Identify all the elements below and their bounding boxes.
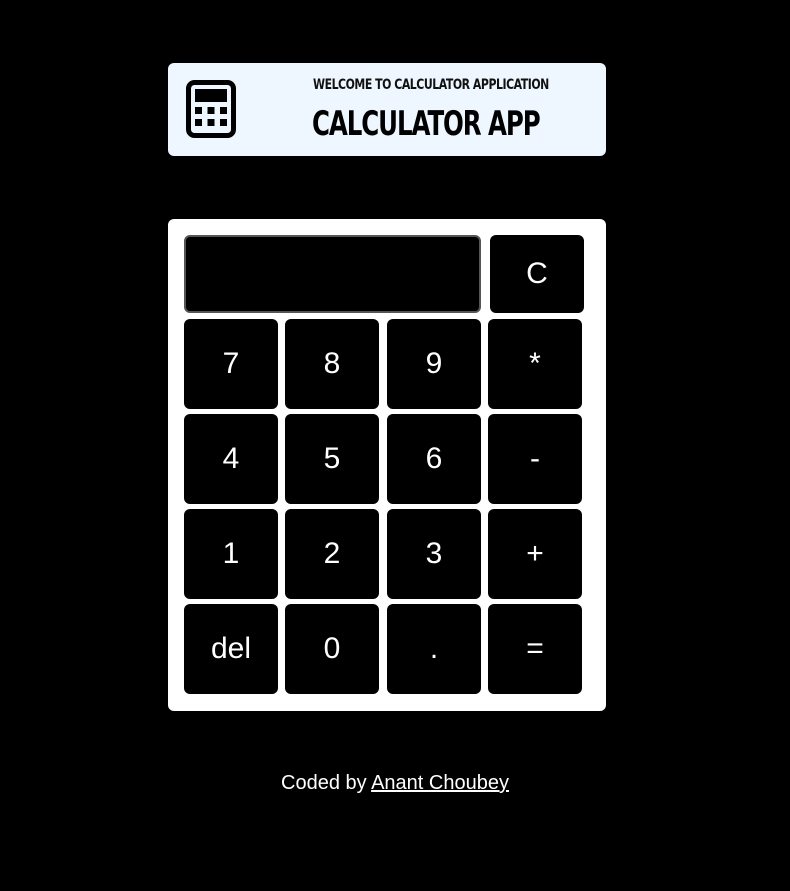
- calculator-display[interactable]: [184, 235, 481, 313]
- clear-button[interactable]: C: [490, 235, 584, 313]
- digit-4-button[interactable]: 4: [184, 414, 278, 504]
- footer-prefix: Coded by: [281, 772, 367, 794]
- decimal-button[interactable]: .: [387, 604, 481, 694]
- app-title: Calculator App: [312, 104, 541, 144]
- page: Welcome to Calculator Application Calcul…: [0, 0, 790, 891]
- digit-1-button[interactable]: 1: [184, 509, 278, 599]
- author-link[interactable]: Anant Choubey: [371, 772, 509, 794]
- subtract-button[interactable]: -: [488, 414, 582, 504]
- delete-button[interactable]: del: [184, 604, 278, 694]
- digit-5-button[interactable]: 5: [285, 414, 379, 504]
- digit-8-button[interactable]: 8: [285, 319, 379, 409]
- digit-9-button[interactable]: 9: [387, 319, 481, 409]
- footer: Coded by Anant Choubey: [0, 772, 790, 795]
- multiply-button[interactable]: *: [488, 319, 582, 409]
- app-subtitle: Welcome to Calculator Application: [313, 77, 549, 93]
- digit-3-button[interactable]: 3: [387, 509, 481, 599]
- digit-2-button[interactable]: 2: [285, 509, 379, 599]
- calculator-icon: [186, 80, 236, 138]
- app-header: Welcome to Calculator Application Calcul…: [168, 63, 606, 156]
- calculator-panel: C 7 8 9 * 4 5 6 - 1 2 3 + del 0 . =: [168, 219, 606, 711]
- digit-0-button[interactable]: 0: [285, 604, 379, 694]
- add-button[interactable]: +: [488, 509, 582, 599]
- digit-7-button[interactable]: 7: [184, 319, 278, 409]
- equals-button[interactable]: =: [488, 604, 582, 694]
- digit-6-button[interactable]: 6: [387, 414, 481, 504]
